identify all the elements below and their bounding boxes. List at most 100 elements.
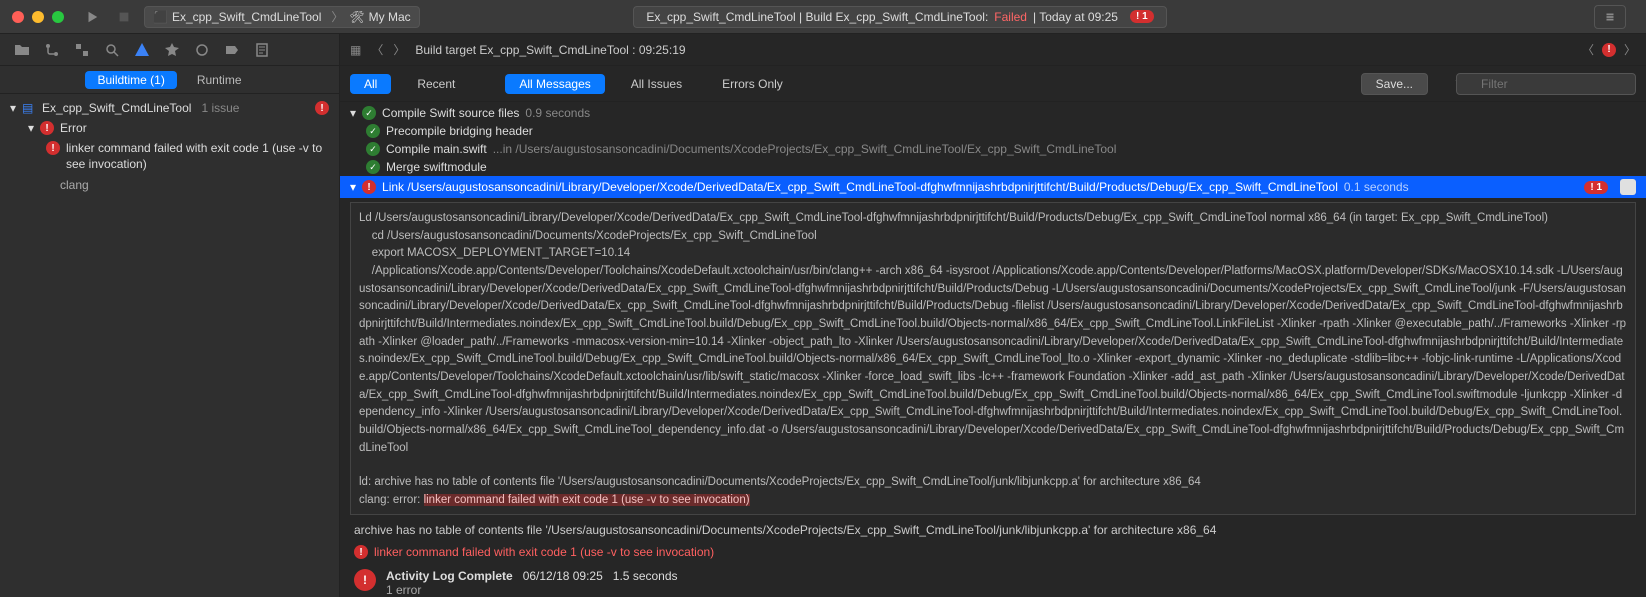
link-duration: 0.1 seconds <box>1344 180 1409 194</box>
summary-error-text: linker command failed with exit code 1 (… <box>374 545 714 559</box>
titlebar: ⬛ Ex_cpp_Swift_CmdLineTool 〉 🛠 My Mac Ex… <box>0 0 1646 34</box>
filter-field-wrap <box>1448 73 1636 95</box>
scheme-app-icon: ⬛ <box>153 10 168 24</box>
link-step-header[interactable]: ▾ ! Link /Users/augustosansoncadini/Libr… <box>340 176 1646 198</box>
log-row[interactable]: ✓ Compile main.swift ...in /Users/august… <box>340 140 1646 158</box>
breadcrumb[interactable]: Build target Ex_cpp_Swift_CmdLineTool : … <box>415 43 685 57</box>
error-icon: ! <box>40 121 54 135</box>
stop-button[interactable] <box>112 5 136 29</box>
log-filter-bar: All Recent All Messages All Issues Error… <box>340 66 1646 102</box>
activity-status[interactable]: Ex_cpp_Swift_CmdLineTool | Build Ex_cpp_… <box>633 6 1166 28</box>
tab-runtime[interactable]: Runtime <box>185 71 254 89</box>
clang-label: clang <box>60 178 89 192</box>
project-row[interactable]: ▾ ▤ Ex_cpp_Swift_CmdLineTool 1 issue ! <box>0 98 339 118</box>
error-group-label: Error <box>60 121 87 135</box>
filter-recent[interactable]: Recent <box>403 74 469 94</box>
log-row[interactable]: ✓ Precompile bridging header <box>340 122 1646 140</box>
clang-error-prefix: clang: error: <box>359 494 424 506</box>
project-icon: ▤ <box>22 101 36 115</box>
next-issue-button[interactable]: 〉 <box>1624 41 1636 58</box>
breakpoint-icon[interactable] <box>224 42 240 58</box>
debug-icon[interactable] <box>194 42 210 58</box>
log-group-header[interactable]: ▾ ✓ Compile Swift source files 0.9 secon… <box>340 104 1646 122</box>
error-badge-icon: ! <box>315 101 329 115</box>
log-path: ...in /Users/augustosansoncadini/Documen… <box>493 142 1117 156</box>
filter-input[interactable] <box>1456 73 1636 95</box>
issue-navigator-icon[interactable] <box>134 42 150 58</box>
folder-icon[interactable] <box>14 42 30 58</box>
symbol-icon[interactable] <box>74 42 90 58</box>
disclosure-triangle-icon[interactable]: ▾ <box>28 121 34 135</box>
project-name: Ex_cpp_Swift_CmdLineTool <box>42 101 191 115</box>
build-log[interactable]: ▾ ✓ Compile Swift source files 0.9 secon… <box>340 102 1646 597</box>
disclosure-triangle-icon[interactable]: ▾ <box>350 180 356 194</box>
save-button[interactable]: Save... <box>1361 73 1428 95</box>
window-controls <box>12 11 64 23</box>
issue-tree: ▾ ▤ Ex_cpp_Swift_CmdLineTool 1 issue ! ▾… <box>0 94 339 199</box>
error-icon: ! <box>362 180 376 194</box>
right-toolbar <box>1594 5 1634 29</box>
error-icon: ! <box>354 545 368 559</box>
link-header-text: Link /Users/augustosansoncadini/Library/… <box>382 180 1338 194</box>
status-time: | Today at 09:25 <box>1033 10 1118 24</box>
navigator-panel: Buildtime (1) Runtime ▾ ▤ Ex_cpp_Swift_C… <box>0 34 340 597</box>
success-icon: ✓ <box>362 106 376 120</box>
prev-issue-button[interactable]: 〈 <box>1582 41 1594 58</box>
transcript-body: Ld /Users/augustosansoncadini/Library/De… <box>359 212 1626 454</box>
activity-label: Activity Log Complete <box>386 569 513 583</box>
status-text-prefix: Ex_cpp_Swift_CmdLineTool | Build Ex_cpp_… <box>646 10 988 24</box>
error-icon: ! <box>354 569 376 591</box>
issue-count: 1 issue <box>201 101 239 115</box>
tab-buildtime[interactable]: Buildtime (1) <box>85 71 176 89</box>
library-button[interactable] <box>1594 5 1626 29</box>
filter-all-issues[interactable]: All Issues <box>617 74 696 94</box>
disclosure-triangle-icon[interactable]: ▾ <box>350 106 356 120</box>
ld-error-line: ld: archive has no table of contents fil… <box>359 476 1201 488</box>
navigator-selector <box>0 34 339 66</box>
status-result: Failed <box>994 10 1027 24</box>
back-button[interactable]: 〈 <box>371 41 383 58</box>
error-count: 1 <box>1142 11 1148 22</box>
source-control-icon[interactable] <box>44 42 60 58</box>
log-text: Compile main.swift <box>386 142 487 156</box>
log-text: Merge swiftmodule <box>386 160 487 174</box>
error-badge-icon: ! <box>1602 43 1616 57</box>
close-window-button[interactable] <box>12 11 24 23</box>
log-row[interactable]: ✓ Merge swiftmodule <box>340 158 1646 176</box>
linker-error-row[interactable]: ! linker command failed with exit code 1… <box>0 138 339 175</box>
error-group-row[interactable]: ▾ ! Error <box>0 118 339 138</box>
filter-all-messages[interactable]: All Messages <box>505 74 604 94</box>
editor-area: ▦ 〈 〉 Build target Ex_cpp_Swift_CmdLineT… <box>340 34 1646 597</box>
scheme-selector[interactable]: ⬛ Ex_cpp_Swift_CmdLineTool 〉 🛠 My Mac <box>144 6 420 28</box>
jump-bar-right: 〈 ! 〉 <box>1582 41 1636 58</box>
clang-error-highlight: linker command failed with exit code 1 (… <box>424 494 750 506</box>
test-icon[interactable] <box>164 42 180 58</box>
find-icon[interactable] <box>104 42 120 58</box>
success-icon: ✓ <box>366 142 380 156</box>
error-count-badge: ! 1 <box>1130 10 1154 23</box>
disclosure-triangle-icon[interactable]: ▾ <box>10 101 16 115</box>
activity-duration: 1.5 seconds <box>613 569 678 583</box>
log-text: Compile Swift source files <box>382 106 519 120</box>
transcript-toggle-button[interactable] <box>1620 179 1636 195</box>
scheme-dest-label: My Mac <box>369 10 411 24</box>
scheme-app-label: Ex_cpp_Swift_CmdLineTool <box>172 10 321 24</box>
filter-errors-only[interactable]: Errors Only <box>708 74 797 94</box>
forward-button[interactable]: 〉 <box>393 41 405 58</box>
clang-row[interactable]: clang <box>0 175 339 195</box>
related-items-icon[interactable]: ▦ <box>350 43 361 57</box>
filter-all[interactable]: All <box>350 74 391 94</box>
report-icon[interactable] <box>254 42 270 58</box>
run-button[interactable] <box>80 5 104 29</box>
success-icon: ✓ <box>366 160 380 174</box>
summary-warning: archive has no table of contents file '/… <box>340 519 1646 541</box>
hammer-icon: 🛠 <box>349 10 364 24</box>
issue-scope-tabs: Buildtime (1) Runtime <box>0 66 339 94</box>
summary-error-row[interactable]: ! linker command failed with exit code 1… <box>340 541 1646 563</box>
activity-sub: 1 error <box>386 583 678 597</box>
minimize-window-button[interactable] <box>32 11 44 23</box>
linker-error-text: linker command failed with exit code 1 (… <box>66 141 329 172</box>
transcript-box[interactable]: Ld /Users/augustosansoncadini/Library/De… <box>350 202 1636 515</box>
zoom-window-button[interactable] <box>52 11 64 23</box>
success-icon: ✓ <box>366 124 380 138</box>
